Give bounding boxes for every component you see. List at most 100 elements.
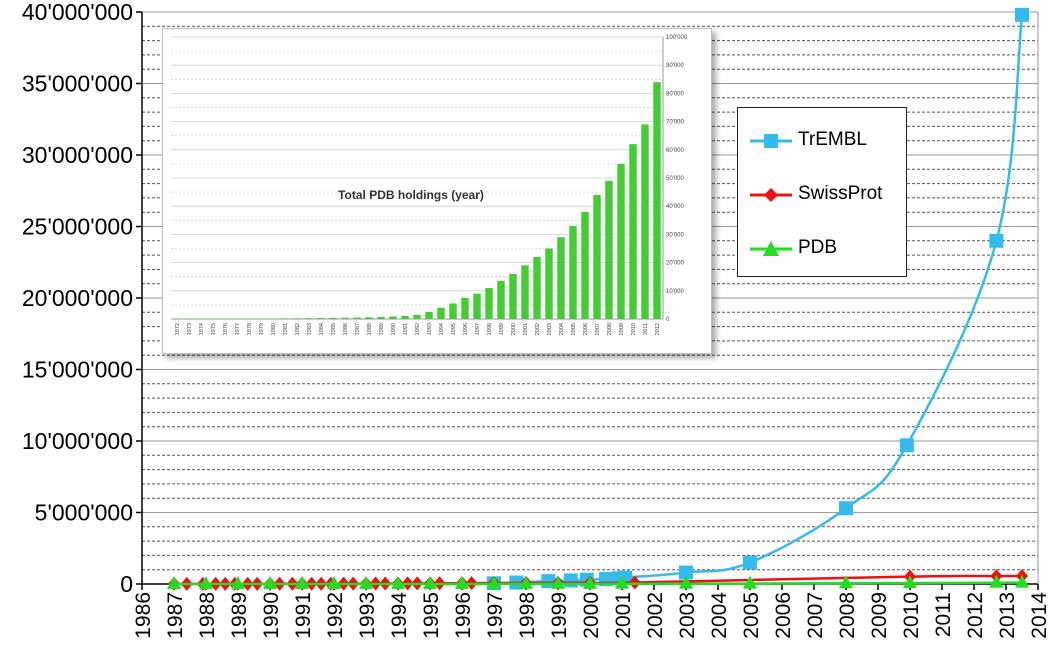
- inset-chart-title: Total PDB holdings (year): [338, 188, 484, 202]
- y-tick-label: 40'000'000: [22, 0, 133, 25]
- data-point-pdb: [167, 575, 181, 589]
- inset-pdb-holdings-chart: 1972 1973 1974 1975 1976 1977 1978 1979 1980 1981…: [162, 28, 712, 354]
- x-tick-label: 2006: [772, 592, 795, 639]
- x-tick-label: 2014: [1028, 592, 1050, 639]
- x-tick-label: 2013: [996, 592, 1019, 639]
- inset-x-tick-label: 1997: [475, 323, 481, 335]
- data-point-trembl: [1015, 7, 1029, 22]
- inset-y-tick-label: 30'000: [666, 232, 684, 238]
- inset-x-tick-label: 2009: [619, 323, 625, 335]
- inset-x-tick-label: 1980: [271, 323, 277, 335]
- inset-bar: [509, 273, 517, 319]
- legend-diamond-marker-icon: [750, 188, 792, 202]
- y-tick-label: 25'000'000: [22, 214, 133, 240]
- inset-x-tick-label: 2008: [607, 323, 613, 335]
- inset-x-tick-label: 1981: [283, 323, 289, 335]
- main-chart-y-tick-labels: 05'000'00010'000'00015'000'00020'000'000…: [22, 0, 142, 597]
- inset-x-tick-label: 1986: [343, 323, 349, 335]
- x-tick-label: 2011: [932, 592, 955, 637]
- inset-y-tick-label: 10'000: [666, 289, 684, 295]
- inset-x-tick-label: 1990: [391, 323, 397, 335]
- inset-bar: [497, 280, 505, 319]
- inset-bar: [305, 318, 313, 319]
- inset-x-tick-label: 2005: [571, 323, 577, 335]
- inset-x-tick-label: 2007: [595, 323, 601, 335]
- inset-bar: [473, 293, 481, 319]
- x-tick-label: 2010: [900, 592, 923, 639]
- inset-gridlines: [171, 36, 664, 320]
- inset-x-tick-label: 2002: [535, 323, 541, 335]
- inset-x-tick-label: 1978: [247, 323, 253, 335]
- legend-item-pdb: PDB: [738, 234, 908, 264]
- legend-square-marker-icon: [750, 134, 792, 148]
- x-tick-label: 1992: [324, 592, 347, 639]
- x-tick-label: 1986: [132, 592, 155, 639]
- inset-bar: [377, 316, 385, 319]
- x-tick-label: 1987: [164, 592, 187, 639]
- inset-x-tick-label: 1984: [319, 323, 325, 335]
- inset-x-tick-label: 1976: [223, 323, 229, 335]
- x-tick-label: 2004: [708, 592, 731, 639]
- legend-item-trembl: TrEMBL: [738, 126, 908, 156]
- inset-bar: [533, 256, 541, 319]
- inset-bar: [185, 318, 193, 320]
- inset-y-tick-label: 90'000: [666, 63, 684, 69]
- x-tick-label: 1999: [548, 592, 571, 639]
- inset-x-tick-label: 1987: [355, 323, 361, 335]
- inset-x-tick-label: 2001: [523, 323, 529, 335]
- inset-x-tick-label: 1989: [379, 323, 385, 335]
- x-tick-label: 2002: [644, 592, 667, 639]
- inset-bar: [605, 180, 613, 319]
- data-point-trembl: [899, 438, 914, 453]
- inset-x-tick-label: 1973: [187, 323, 193, 335]
- legend-label-pdb: PDB: [798, 237, 838, 258]
- inset-bar: [401, 315, 409, 319]
- legend-item-swissprot: SwissProt: [738, 180, 908, 210]
- inset-y-tick-label: 60'000: [666, 148, 684, 154]
- inset-bar: [641, 124, 649, 319]
- inset-bar: [293, 318, 301, 319]
- inset-x-tick-label: 2010: [631, 323, 637, 335]
- legend-label-swissprot: SwissProt: [798, 183, 883, 204]
- x-tick-label: 2007: [804, 592, 827, 639]
- inset-x-tick-label: 2004: [559, 323, 565, 335]
- inset-bar: [221, 318, 229, 320]
- inset-bar: [245, 318, 253, 320]
- inset-bar: [425, 311, 433, 319]
- inset-bar: [569, 225, 577, 319]
- inset-bar: [341, 317, 349, 319]
- y-tick-label: 35'000'000: [22, 71, 133, 97]
- data-point-trembl: [743, 555, 757, 570]
- inset-x-tick-label: 2012: [655, 323, 661, 335]
- inset-bar: [317, 318, 325, 319]
- inset-x-tick-label: 1975: [211, 323, 217, 335]
- inset-bar: [449, 303, 457, 319]
- inset-x-tick-label: 1982: [295, 323, 301, 335]
- chart-legend: TrEMBL SwissProt PDB: [737, 107, 907, 277]
- x-tick-label: 1996: [452, 592, 475, 639]
- inset-bar: [581, 211, 589, 319]
- x-tick-label: 2008: [836, 592, 859, 639]
- inset-y-tick-label: 40'000: [666, 204, 684, 210]
- inset-x-tick-label: 1996: [463, 323, 469, 335]
- inset-y-tick-label: 70'000: [666, 120, 684, 126]
- y-tick-label: 30'000'000: [22, 142, 133, 168]
- x-tick-label: 2003: [676, 592, 699, 639]
- inset-y-tick-labels: 0 10'000 20'000 30'000 40'000 50'000 60'000 70'…: [666, 35, 688, 323]
- data-point-trembl: [839, 501, 853, 516]
- inset-bar: [461, 297, 469, 319]
- inset-bar: [617, 163, 625, 319]
- inset-bar: [329, 317, 337, 319]
- inset-x-tick-label: 1991: [403, 323, 409, 335]
- x-tick-label: 1995: [420, 592, 443, 639]
- inset-x-tick-label: 2011: [643, 323, 649, 335]
- inset-x-tick-label: 1993: [427, 323, 433, 335]
- x-tick-label: 1989: [228, 592, 251, 639]
- inset-bar: [521, 265, 529, 319]
- inset-x-tick-label: 1995: [451, 323, 457, 335]
- data-point-trembl: [989, 233, 1004, 248]
- inset-x-tick-label: 1988: [367, 323, 373, 335]
- inset-bar: [365, 317, 373, 319]
- inset-x-tick-label: 1972: [175, 323, 181, 335]
- inset-x-tick-label: 1994: [439, 323, 445, 335]
